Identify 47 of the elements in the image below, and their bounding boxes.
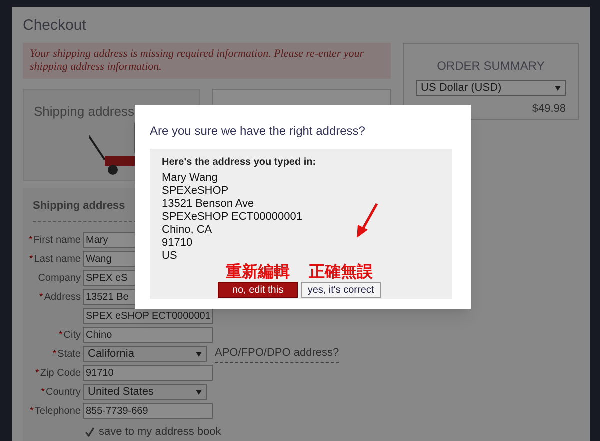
- dropdown-icon: [555, 86, 561, 90]
- required-marker: *: [41, 386, 45, 400]
- input-field[interactable]: Chino: [83, 327, 213, 343]
- save-checkbox[interactable]: [85, 426, 95, 437]
- required-marker: *: [30, 404, 34, 418]
- required-marker: *: [52, 348, 57, 362]
- annotation-text: 正確無誤: [309, 264, 373, 282]
- dropdown-icon: [196, 390, 202, 394]
- order-summary-title: ORDER SUMMARY: [436, 58, 546, 75]
- arrow-icon: [355, 203, 379, 239]
- required-marker: *: [39, 290, 44, 304]
- field-label: Country: [46, 386, 81, 400]
- currency-select[interactable]: US Dollar (USD): [416, 80, 566, 96]
- dialog-title: Are you sure we have the right address?: [150, 123, 366, 140]
- dropdown-icon: [196, 352, 202, 356]
- required-marker: *: [36, 366, 40, 380]
- address-heading: Here's the address you typed in:: [162, 156, 318, 170]
- confirm-button[interactable]: yes, it's correct: [301, 282, 381, 298]
- address-line: SPEXeSHOP: [162, 185, 229, 198]
- edit-button[interactable]: no, edit this: [218, 282, 298, 298]
- input-field[interactable]: 855-7739-669: [83, 403, 213, 419]
- field-label: Zip Code: [40, 366, 81, 380]
- field-label: State: [58, 348, 81, 362]
- subtotal-amount: $49.98: [531, 102, 566, 117]
- input-field[interactable]: SPEX eSHOP ECT0000001: [83, 308, 213, 324]
- error-message: Your shipping address is missing required information. Please re-enter your shipping address information.: [23, 43, 391, 79]
- address-line: US: [162, 250, 178, 263]
- page-title: Checkout: [23, 17, 88, 35]
- field-label: First name: [34, 234, 81, 248]
- field-label: Last name: [34, 252, 81, 266]
- annotation-text: 重新編輯: [226, 264, 290, 282]
- promo-title: Shipping address: [34, 103, 134, 121]
- required-marker: *: [29, 252, 34, 266]
- select-field[interactable]: California: [83, 346, 207, 362]
- address-line: Mary Wang: [162, 172, 218, 185]
- field-label: Telephone: [34, 404, 81, 418]
- select-field[interactable]: United States: [83, 384, 207, 400]
- required-marker: *: [28, 234, 33, 248]
- required-marker: *: [58, 328, 63, 342]
- input-field[interactable]: 91710: [83, 365, 213, 381]
- field-label: City: [64, 328, 81, 342]
- address-line: Chino, CA: [162, 224, 212, 237]
- field-label: Company: [38, 272, 81, 286]
- save-label: save to my address book: [99, 424, 222, 440]
- address-line: 91710: [162, 237, 193, 250]
- apo-link[interactable]: APO/FPO/DPO address?: [215, 345, 340, 363]
- field-label: Address: [44, 290, 81, 304]
